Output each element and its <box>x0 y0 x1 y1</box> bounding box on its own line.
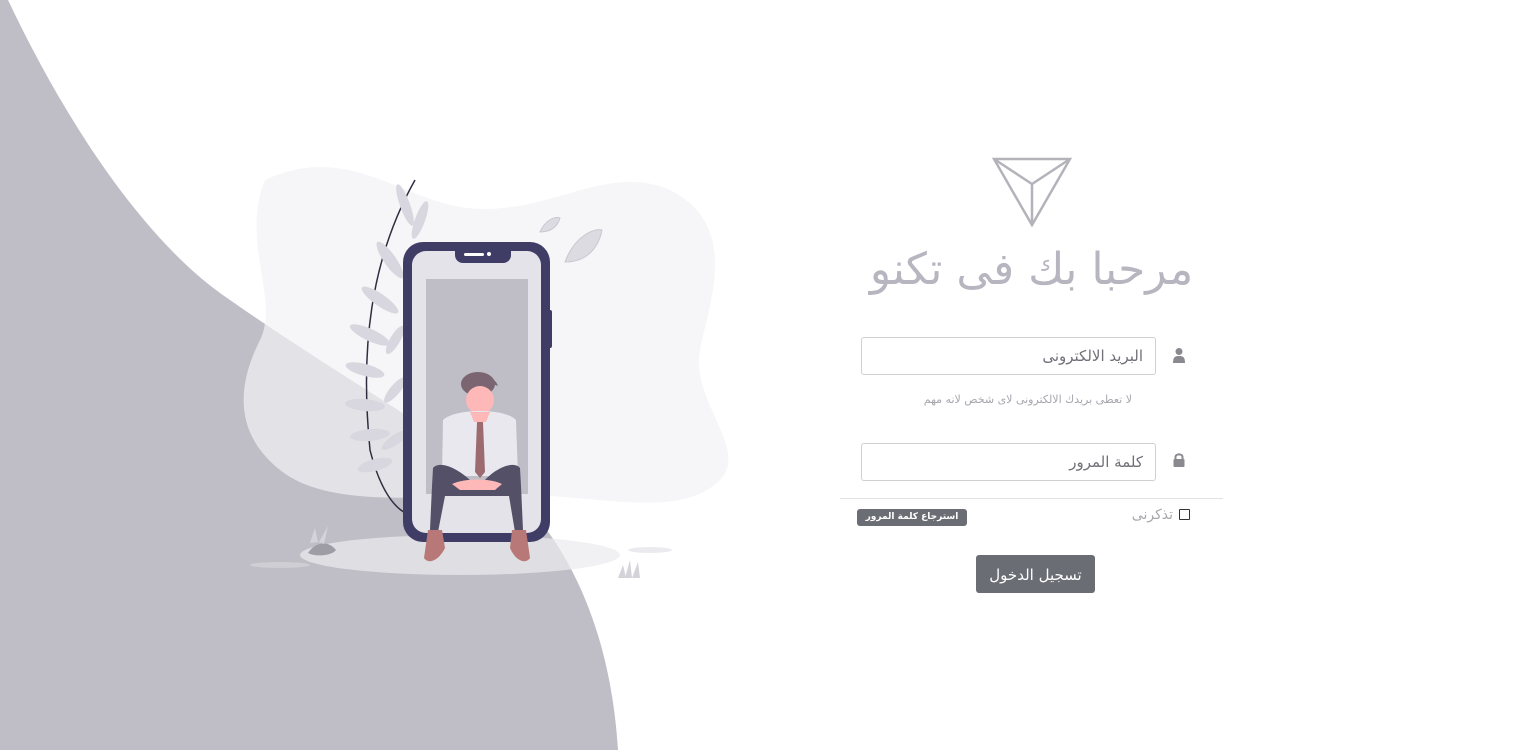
email-hint: لا تعطى بريدك الالكترونى لاى شخص لانه مه… <box>923 393 1132 406</box>
remember-me-checkbox[interactable] <box>1179 509 1190 520</box>
login-form: مرحبا بك فى تكنو لا تعطى بريدك الالكترون… <box>840 150 1223 610</box>
password-input[interactable] <box>861 443 1156 481</box>
lock-icon <box>1173 453 1185 467</box>
triangle-logo-icon <box>991 157 1073 228</box>
user-icon <box>1173 348 1185 363</box>
person-phone-illustration <box>243 166 729 578</box>
recover-password-link[interactable]: استرجاع كلمة المرور <box>857 509 967 526</box>
email-input[interactable] <box>861 337 1156 375</box>
login-button[interactable]: تسجيل الدخول <box>976 555 1095 593</box>
divider <box>840 498 1223 499</box>
page-title: مرحبا بك فى تكنو <box>869 244 1194 295</box>
remember-me-label: تذكرنى <box>1131 507 1173 523</box>
